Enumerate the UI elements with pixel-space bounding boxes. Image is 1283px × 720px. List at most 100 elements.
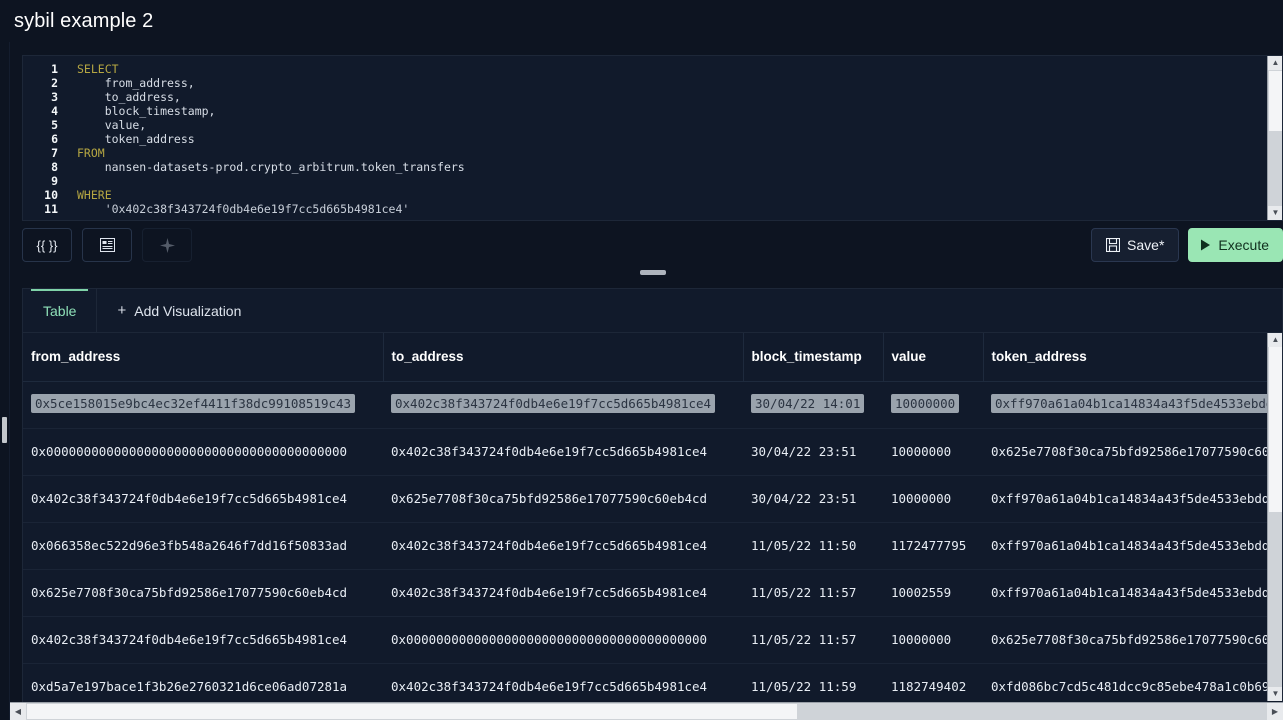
line-number: 9 [51, 174, 58, 188]
results-scroll-thumb[interactable] [1269, 347, 1282, 512]
table-cell-from-address[interactable]: 0x625e7708f30ca75bfd92586e17077590c60eb4… [23, 569, 383, 617]
results-scroll-up-arrow-icon[interactable]: ▲ [1268, 333, 1282, 347]
code-token: to_address, [77, 90, 181, 104]
cell-value: 0xff970a61a04b1ca14834a43f5de4533ebddb5c… [991, 585, 1282, 600]
results-vertical-scrollbar[interactable]: ▲ ▼ [1267, 333, 1282, 701]
table-cell-block-timestamp[interactable]: 30/04/22 23:51 [743, 428, 883, 476]
table-cell-value[interactable]: 10000000 [883, 475, 983, 523]
editor-action-buttons: Save* Execute [1091, 228, 1283, 262]
format-query-button[interactable] [82, 228, 132, 262]
table-cell-from-address[interactable]: 0x5ce158015e9bc4ec32ef4411f38dc99108519c… [23, 381, 383, 429]
template-variables-button[interactable]: {{ }} [22, 228, 72, 262]
table-cell-token-address[interactable]: 0xff970a61a04b1ca14834a43f5de4533ebddb5c… [983, 381, 1282, 429]
table-cell-token-address[interactable]: 0xff970a61a04b1ca14834a43f5de4533ebddb5c… [983, 569, 1282, 617]
table-row[interactable]: 0x5ce158015e9bc4ec32ef4411f38dc99108519c… [23, 381, 1282, 429]
table-cell-token-address[interactable]: 0xff970a61a04b1ca14834a43f5de4533ebddb5c… [983, 475, 1282, 523]
table-cell-value[interactable]: 10000000 [883, 381, 983, 429]
panel-splitter[interactable] [22, 266, 1283, 280]
table-cell-to-address[interactable]: 0x402c38f343724f0db4e6e19f7cc5d665b4981c… [383, 428, 743, 476]
editor-scroll-thumb[interactable] [1269, 71, 1282, 131]
table-row[interactable]: 0x402c38f343724f0db4e6e19f7cc5d665b4981c… [23, 616, 1282, 664]
column-header-from-address[interactable]: from_address [23, 333, 384, 382]
line-number: 8 [51, 160, 58, 174]
table-cell-token-address[interactable]: 0x625e7708f30ca75bfd92586e17077590c60eb4… [983, 616, 1282, 664]
table-cell-from-address[interactable]: 0x402c38f343724f0db4e6e19f7cc5d665b4981c… [23, 475, 383, 523]
code-line[interactable]: WHERE [77, 188, 1268, 202]
cell-value: 0x402c38f343724f0db4e6e19f7cc5d665b4981c… [391, 538, 708, 553]
table-cell-to-address[interactable]: 0x402c38f343724f0db4e6e19f7cc5d665b4981c… [383, 569, 743, 617]
table-row[interactable]: 0x402c38f343724f0db4e6e19f7cc5d665b4981c… [23, 475, 1282, 523]
line-number: 3 [51, 90, 58, 104]
cell-value: 30/04/22 14:01 [751, 393, 865, 413]
scroll-up-arrow-icon[interactable]: ▲ [1268, 56, 1282, 70]
table-cell-token-address[interactable]: 0xff970a61a04b1ca14834a43f5de4533ebddb5c… [983, 522, 1282, 570]
table-cell-block-timestamp[interactable]: 30/04/22 23:51 [743, 475, 883, 523]
scroll-down-arrow-icon[interactable]: ▼ [1268, 206, 1282, 220]
scroll-right-arrow-icon[interactable]: ▶ [1267, 703, 1283, 720]
results-scroll-down-arrow-icon[interactable]: ▼ [1268, 687, 1282, 701]
column-header-token-address[interactable]: token_address [983, 333, 1282, 382]
query-editor-app: sybil example 2 1 2 3 4 5 6 7 8 9 10 11 SELECT fro… [0, 0, 1283, 720]
splitter-grip[interactable] [639, 270, 666, 275]
code-line[interactable] [77, 174, 1268, 188]
table-cell-block-timestamp[interactable]: 30/04/22 14:01 [743, 381, 883, 429]
column-header-block-timestamp[interactable]: block_timestamp [743, 333, 884, 382]
horizontal-scrollbar[interactable]: ◀ ▶ [10, 702, 1283, 720]
table-cell-block-timestamp[interactable]: 11/05/22 11:57 [743, 569, 883, 617]
cell-value: 1182749402 [891, 679, 967, 694]
execute-button-label: Execute [1218, 237, 1269, 253]
save-button[interactable]: Save* [1091, 228, 1180, 262]
code-token: WHERE [77, 188, 112, 202]
table-row[interactable]: 0x066358ec522d96e3fb548a2646f7dd16f50833… [23, 522, 1282, 570]
cell-value: 30/04/22 23:51 [751, 444, 857, 459]
table-cell-to-address[interactable]: 0x625e7708f30ca75bfd92586e17077590c60eb4… [383, 475, 743, 523]
table-cell-token-address[interactable]: 0x625e7708f30ca75bfd92586e17077590c60eb4… [983, 428, 1282, 476]
column-header-value[interactable]: value [883, 333, 984, 382]
left-rail [0, 42, 10, 720]
tab-add-visualization[interactable]: + Add Visualization [97, 289, 261, 332]
code-line[interactable]: FROM [77, 146, 1268, 160]
cell-value: 11/05/22 11:57 [751, 632, 857, 647]
code-line[interactable]: nansen-datasets-prod.crypto_arbitrum.tok… [77, 160, 1268, 174]
code-line[interactable]: from_address, [77, 76, 1268, 90]
cell-value: 0x402c38f343724f0db4e6e19f7cc5d665b4981c… [31, 632, 348, 647]
column-header-to-address[interactable]: to_address [383, 333, 744, 382]
sql-editor-panel[interactable]: 1 2 3 4 5 6 7 8 9 10 11 SELECT from_address, to_ad… [22, 55, 1283, 221]
table-cell-block-timestamp[interactable]: 11/05/22 11:50 [743, 522, 883, 570]
table-row[interactable]: 0x00000000000000000000000000000000000000… [23, 428, 1282, 476]
code-line[interactable]: '0x402c38f343724f0db4e6e19f7cc5d665b4981… [77, 202, 1268, 216]
table-cell-from-address[interactable]: 0x00000000000000000000000000000000000000… [23, 428, 383, 476]
table-cell-to-address[interactable]: 0x402c38f343724f0db4e6e19f7cc5d665b4981c… [383, 522, 743, 570]
table-cell-from-address[interactable]: 0x066358ec522d96e3fb548a2646f7dd16f50833… [23, 522, 383, 570]
horizontal-scroll-thumb[interactable] [27, 704, 797, 719]
cell-value: 0x625e7708f30ca75bfd92586e17077590c60eb4… [31, 585, 348, 600]
code-token: FROM [77, 146, 105, 160]
sql-code-lines[interactable]: SELECT from_address, to_address, block_t… [67, 62, 1268, 220]
table-cell-value[interactable]: 1172477795 [883, 522, 983, 570]
table-cell-value[interactable]: 10000000 [883, 428, 983, 476]
tab-table[interactable]: Table [23, 289, 98, 332]
table-cell-to-address[interactable]: 0x402c38f343724f0db4e6e19f7cc5d665b4981c… [383, 381, 743, 429]
cell-value: 11/05/22 11:50 [751, 538, 857, 553]
code-line[interactable]: block_timestamp, [77, 104, 1268, 118]
cell-value: 10000000 [891, 491, 952, 506]
scroll-left-arrow-icon[interactable]: ◀ [10, 703, 26, 720]
results-table-container[interactable]: from_address to_address block_timestamp … [23, 333, 1282, 719]
sidebar-drag-handle[interactable] [2, 417, 7, 443]
cell-value: 0xff970a61a04b1ca14834a43f5de4533ebddb5c… [991, 491, 1282, 506]
table-cell-from-address[interactable]: 0x402c38f343724f0db4e6e19f7cc5d665b4981c… [23, 616, 383, 664]
table-cell-value[interactable]: 10002559 [883, 569, 983, 617]
table-cell-value[interactable]: 10000000 [883, 616, 983, 664]
line-number: 2 [51, 76, 58, 90]
table-cell-block-timestamp[interactable]: 11/05/22 11:57 [743, 616, 883, 664]
code-line[interactable]: token_address [77, 132, 1268, 146]
table-cell-to-address[interactable]: 0x00000000000000000000000000000000000000… [383, 616, 743, 664]
execute-button[interactable]: Execute [1188, 228, 1283, 262]
code-line[interactable]: value, [77, 118, 1268, 132]
editor-vertical-scrollbar[interactable]: ▲ ▼ [1267, 56, 1282, 220]
code-line[interactable]: to_address, [77, 90, 1268, 104]
sql-code-area[interactable]: 1 2 3 4 5 6 7 8 9 10 11 SELECT from_address, to_ad… [23, 56, 1268, 220]
ai-assist-button[interactable] [142, 228, 192, 262]
code-line[interactable]: SELECT [77, 62, 1268, 76]
table-row[interactable]: 0x625e7708f30ca75bfd92586e17077590c60eb4… [23, 569, 1282, 617]
